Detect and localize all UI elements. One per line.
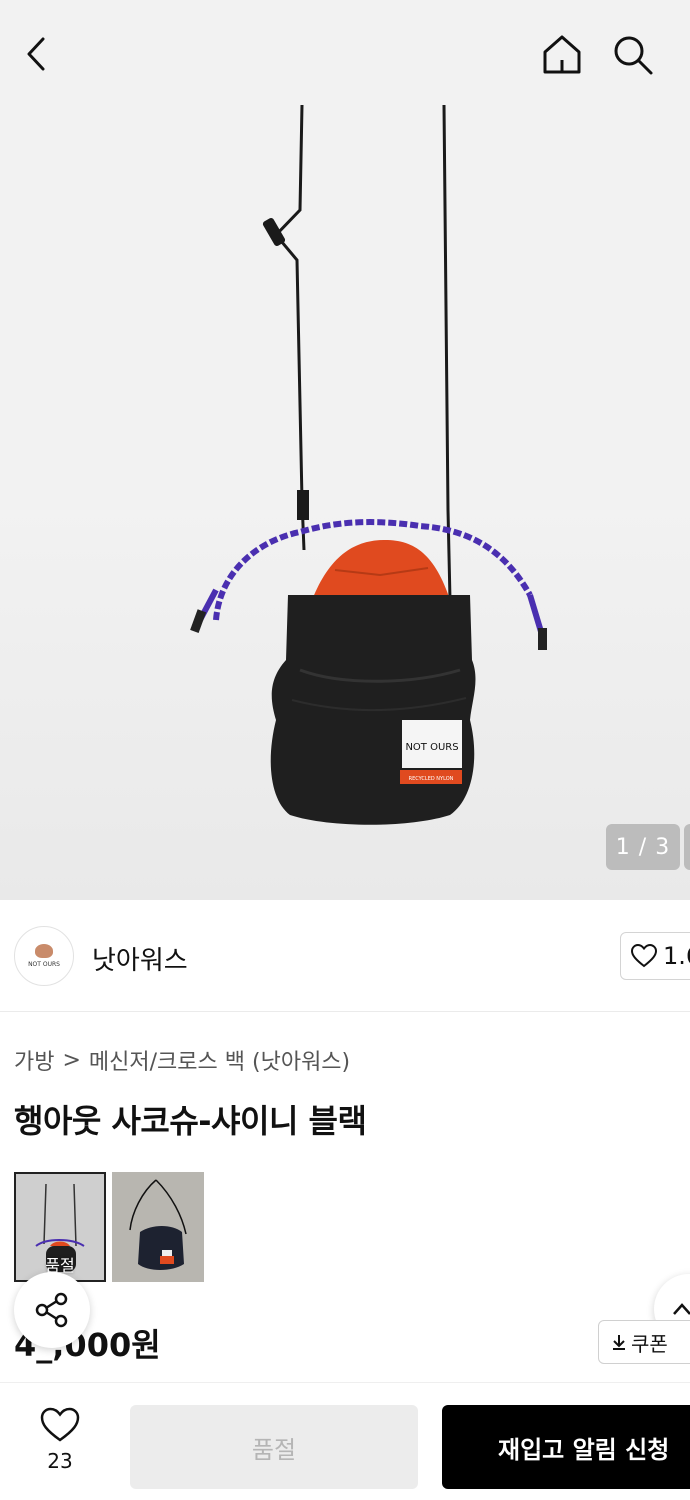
breadcrumb-category[interactable]: 가방	[14, 1044, 54, 1076]
option-thumbnail-selected[interactable]: 품절	[14, 1172, 106, 1282]
product-title: 행아웃 사코슈-샤이니 블랙	[14, 1102, 367, 1140]
product-image: NOT OURS RECYCLED NYLON	[190, 104, 547, 825]
heart-icon	[631, 944, 657, 968]
share-icon	[35, 1292, 68, 1328]
svg-text:RECYCLED NYLON: RECYCLED NYLON	[409, 776, 454, 782]
cart-icon[interactable]	[676, 32, 690, 76]
coupon-download-button[interactable]: 쿠폰	[598, 1320, 690, 1364]
option-thumbnail-image	[112, 1172, 204, 1282]
option-thumbnails: 품절	[14, 1172, 204, 1282]
restock-alert-button[interactable]: 재입고 알림 신청	[442, 1405, 690, 1489]
product-image-gallery[interactable]: NOT OURS RECYCLED NYLON 1 / 3	[0, 0, 690, 900]
home-icon[interactable]	[540, 32, 584, 76]
share-button[interactable]	[14, 1272, 90, 1348]
option-thumbnail[interactable]	[112, 1172, 204, 1282]
back-chevron-icon[interactable]	[16, 32, 60, 76]
image-page-indicator-edge	[684, 824, 690, 870]
brand-mascot-icon	[35, 944, 53, 958]
brand-logo[interactable]: NOT OURS	[14, 926, 74, 986]
brand-like-button[interactable]: 1.6	[620, 932, 690, 980]
wishlist-count: 23	[47, 1449, 73, 1473]
bottom-action-bar: 23 품절 재입고 알림 신청	[0, 1382, 690, 1500]
wishlist-button[interactable]: 23	[20, 1407, 100, 1487]
brand-like-count: 1.6	[663, 942, 690, 970]
coupon-label: 쿠폰	[631, 1331, 668, 1356]
brand-logo-text: NOT OURS	[28, 961, 60, 968]
heart-icon	[40, 1407, 80, 1442]
breadcrumb-subcategory[interactable]: 메신저/크로스 백 (낫아워스)	[89, 1044, 350, 1076]
soldout-button: 품절	[130, 1405, 418, 1489]
brand-row[interactable]: NOT OURS 낫아워스 1.6	[0, 900, 690, 1012]
download-icon	[613, 1335, 625, 1350]
breadcrumb-separator: >	[62, 1047, 81, 1073]
chevron-up-icon	[673, 1303, 690, 1315]
image-page-indicator: 1 / 3	[606, 824, 680, 870]
search-icon[interactable]	[610, 32, 654, 76]
top-navigation-bar	[0, 0, 690, 110]
breadcrumb: 가방 > 메신저/크로스 백 (낫아워스)	[14, 1044, 350, 1076]
svg-text:NOT OURS: NOT OURS	[405, 742, 458, 753]
brand-name[interactable]: 낫아워스	[92, 940, 188, 977]
